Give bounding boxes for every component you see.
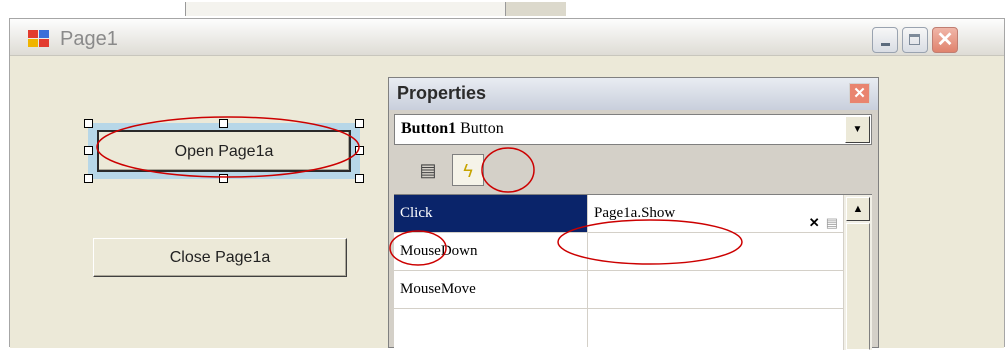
resize-handle-ml[interactable]: [84, 146, 93, 155]
object-name: Button1: [401, 120, 457, 137]
properties-panel: Properties ✕ Button1 Button ▼ ▤ ϟ Click …: [388, 77, 879, 350]
event-handler-field[interactable]: Page1a.Show ✕ ▤: [588, 195, 844, 232]
object-type: Button: [460, 120, 504, 137]
maximize-button[interactable]: [902, 27, 928, 53]
object-selector-label: Button1 Button: [401, 120, 504, 138]
resize-handle-bc[interactable]: [219, 174, 228, 183]
form-designer-window: Page1 ✕ Open Page1a Close Page1a Propert…: [9, 18, 1005, 350]
background-bar-2: [505, 2, 566, 16]
property-page-icon[interactable]: ▤: [412, 154, 444, 186]
background-bar: [185, 2, 506, 16]
grid-row-click[interactable]: Click Page1a.Show ✕ ▤: [394, 195, 844, 233]
chevron-down-icon[interactable]: ▼: [845, 116, 870, 143]
event-name: [394, 309, 588, 347]
title-bar[interactable]: Page1 ✕: [10, 19, 1004, 56]
minimize-button[interactable]: [872, 27, 898, 53]
event-name: MouseMove: [394, 271, 588, 308]
event-handler-field[interactable]: [588, 233, 844, 270]
resize-handle-tr[interactable]: [355, 119, 364, 128]
open-page1a-button[interactable]: Open Page1a: [97, 130, 351, 172]
events-grid: Click Page1a.Show ✕ ▤ MouseDown MouseMove: [394, 194, 872, 350]
event-handler-value: Page1a.Show: [594, 205, 676, 221]
resize-handle-bl[interactable]: [84, 174, 93, 183]
close-page1a-button[interactable]: Close Page1a: [93, 238, 347, 277]
app-icon: [28, 30, 50, 48]
resize-handle-br[interactable]: [355, 174, 364, 183]
resize-handle-tl[interactable]: [84, 119, 93, 128]
resize-handle-mr[interactable]: [355, 146, 364, 155]
object-selector[interactable]: Button1 Button ▼: [394, 114, 872, 145]
chevron-up-icon[interactable]: ▲: [846, 197, 870, 221]
window-title: Page1: [60, 28, 118, 50]
event-name: MouseDown: [394, 233, 588, 270]
edit-code-icon[interactable]: ▤: [826, 215, 838, 230]
close-icon: ✕: [936, 29, 954, 51]
grid-row-mousemove[interactable]: MouseMove: [394, 271, 844, 309]
background-window-strip: [0, 0, 1005, 18]
scrollbar-thumb[interactable]: [846, 223, 870, 350]
event-handler-field: [588, 309, 844, 347]
properties-toolbar: ▤ ϟ: [394, 150, 872, 190]
properties-title: Properties: [397, 83, 487, 103]
event-handler-field[interactable]: [588, 271, 844, 308]
grid-scrollbar[interactable]: ▲: [843, 195, 872, 350]
close-window-button[interactable]: ✕: [932, 27, 958, 53]
properties-close-button[interactable]: ✕: [849, 83, 870, 104]
grid-row-partial: [394, 309, 844, 347]
grid-row-mousedown[interactable]: MouseDown: [394, 233, 844, 271]
event-name: Click: [394, 195, 588, 232]
delete-icon[interactable]: ✕: [809, 215, 820, 230]
properties-title-bar[interactable]: Properties ✕: [389, 78, 878, 110]
resize-handle-tc[interactable]: [219, 119, 228, 128]
lightning-bolt-icon[interactable]: ϟ: [452, 154, 484, 186]
